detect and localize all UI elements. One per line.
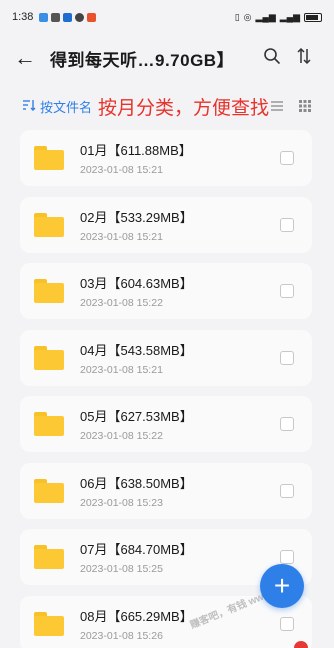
back-arrow-icon[interactable]: ← bbox=[14, 45, 42, 71]
list-item[interactable]: 04月【543.58MB】 2023-01-08 15:21 bbox=[20, 329, 312, 386]
folder-icon bbox=[34, 412, 64, 436]
list-item[interactable]: 02月【533.29MB】 2023-01-08 15:21 bbox=[20, 196, 312, 253]
folder-date: 2023-01-08 15:23 bbox=[80, 496, 163, 509]
page-title: 得到每天听…9.70GB】 bbox=[50, 50, 235, 70]
signal-icon: ▂▄▆ bbox=[279, 11, 300, 22]
folder-date: 2023-01-08 15:22 bbox=[80, 430, 163, 442]
select-checkbox[interactable] bbox=[280, 616, 294, 631]
list-view-icon[interactable] bbox=[270, 99, 284, 113]
notification-icon bbox=[51, 12, 61, 22]
folder-date: 2023-01-08 15:25 bbox=[80, 563, 163, 575]
view-controls bbox=[270, 99, 312, 113]
notification-icons bbox=[39, 12, 97, 22]
select-checkbox[interactable] bbox=[280, 417, 294, 431]
notification-badge bbox=[294, 641, 308, 648]
select-checkbox[interactable] bbox=[280, 217, 294, 232]
sort-arrows-icon[interactable] bbox=[288, 47, 320, 70]
folder-name: 08月【665.29MB】 bbox=[80, 608, 193, 624]
folder-date: 2023-01-08 15:22 bbox=[80, 297, 163, 309]
header: ← 得到每天听…9.70GB】 bbox=[0, 38, 334, 78]
notification-icon bbox=[75, 12, 85, 22]
grid-view-icon[interactable] bbox=[298, 99, 312, 113]
battery-icon bbox=[304, 12, 322, 22]
folder-name: 07月【684.70MB】 bbox=[80, 542, 193, 557]
folder-name: 03月【604.63MB】 bbox=[80, 276, 193, 291]
sort-by-name-button[interactable]: 按文件名 bbox=[22, 97, 92, 116]
notification-icon bbox=[87, 12, 97, 22]
toolbar: 按文件名 按月分类，方便查找 bbox=[0, 92, 334, 120]
list-item[interactable]: 06月【638.50MB】 2023-01-08 15:23 bbox=[20, 462, 312, 519]
select-checkbox[interactable] bbox=[280, 284, 294, 298]
folder-date: 2023-01-08 15:21 bbox=[80, 363, 163, 376]
folder-icon bbox=[34, 545, 64, 569]
signal-icon: ▂▄▆ bbox=[255, 11, 276, 22]
select-checkbox[interactable] bbox=[280, 350, 294, 365]
folder-name: 01月【611.88MB】 bbox=[80, 143, 192, 158]
folder-date: 2023-01-08 15:26 bbox=[80, 629, 163, 642]
folder-icon bbox=[34, 146, 64, 170]
list-item[interactable]: 05月【627.53MB】 2023-01-08 15:22 bbox=[20, 396, 312, 452]
add-button[interactable]: + bbox=[260, 564, 304, 608]
select-checkbox[interactable] bbox=[280, 483, 294, 498]
folder-name: 05月【627.53MB】 bbox=[80, 409, 193, 424]
folder-name: 04月【543.58MB】 bbox=[80, 342, 193, 358]
hotspot-icon: ◎ bbox=[243, 11, 252, 22]
folder-date: 2023-01-08 15:21 bbox=[80, 164, 163, 176]
select-checkbox[interactable] bbox=[280, 151, 294, 165]
folder-icon bbox=[34, 279, 64, 303]
vibrate-icon: ▯ bbox=[234, 11, 240, 22]
annotation-text: 按月分类，方便查找 bbox=[98, 97, 270, 119]
folder-icon bbox=[34, 478, 64, 503]
folder-icon bbox=[34, 611, 64, 636]
status-time: 1:38 bbox=[12, 11, 34, 23]
list-item[interactable]: 03月【604.63MB】 2023-01-08 15:22 bbox=[20, 263, 312, 319]
system-icons: ▯ ◎ ▂▄▆ ▂▄▆ bbox=[235, 12, 322, 23]
status-bar: 1:38 ▯ ◎ ▂▄▆ ▂▄▆ bbox=[0, 0, 334, 34]
folder-icon bbox=[34, 212, 64, 237]
folder-name: 06月【638.50MB】 bbox=[80, 475, 193, 491]
folder-date: 2023-01-08 15:21 bbox=[80, 230, 163, 243]
select-checkbox[interactable] bbox=[280, 550, 294, 564]
list-item[interactable]: 01月【611.88MB】 2023-01-08 15:21 bbox=[20, 130, 312, 186]
folder-name: 02月【533.29MB】 bbox=[80, 209, 193, 225]
sort-icon bbox=[22, 99, 36, 114]
search-icon[interactable] bbox=[256, 47, 288, 70]
sort-label: 按文件名 bbox=[40, 99, 93, 115]
notification-icon bbox=[39, 12, 49, 22]
notification-icon bbox=[63, 12, 73, 22]
folder-icon bbox=[34, 345, 64, 370]
